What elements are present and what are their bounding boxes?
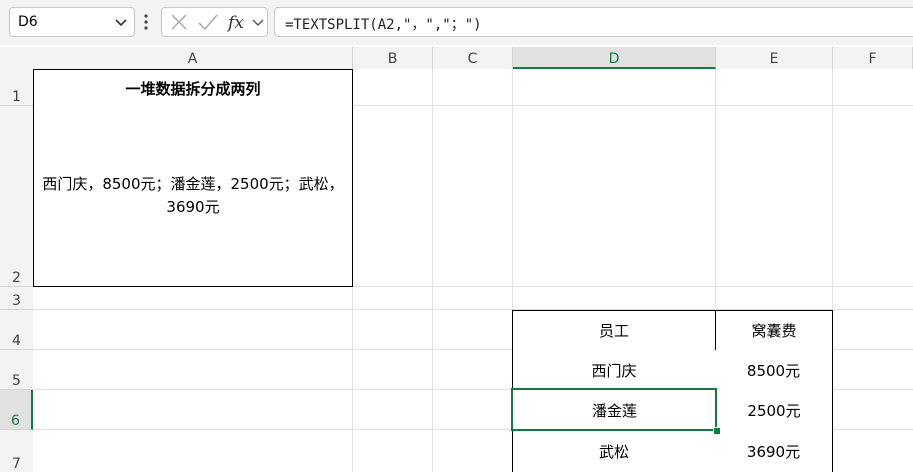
formula-input[interactable]: =TEXTSPLIT(A2,"，","；")	[274, 7, 913, 37]
column-header-f[interactable]: F	[833, 47, 913, 69]
svg-text:fx: fx	[226, 13, 244, 33]
name-box[interactable]: D6	[9, 7, 135, 37]
formula-text: =TEXTSPLIT(A2,"，","；")	[285, 17, 482, 33]
cell-e5[interactable]: 8500元	[715, 350, 833, 391]
row-label: 5	[12, 373, 21, 389]
row-label: 3	[12, 293, 21, 309]
cell-a2-source-data[interactable]: 西门庆，8500元；潘金莲，2500元；武松，3690元	[33, 106, 353, 287]
row-label: 2	[12, 270, 21, 286]
cell-e6[interactable]: 2500元	[715, 390, 833, 431]
row-label: 1	[12, 89, 21, 105]
chevron-down-icon[interactable]	[251, 8, 265, 36]
chevron-down-icon[interactable]	[114, 15, 128, 29]
cell-e4-header[interactable]: 窝囊费	[715, 310, 833, 351]
row-label: 7	[12, 456, 21, 472]
cell-d5[interactable]: 西门庆	[512, 350, 716, 391]
formula-buttons: fx	[161, 7, 268, 37]
cell-a1-title[interactable]: 一堆数据拆分成两列	[33, 69, 353, 107]
column-header-a[interactable]: A	[33, 47, 353, 69]
check-icon[interactable]	[196, 8, 220, 36]
close-icon[interactable]	[168, 8, 190, 36]
row-header-2[interactable]: 2	[0, 106, 33, 287]
formula-toolbar: D6 fx =TEXTSPLIT(A2,"，","；")	[0, 0, 913, 45]
row-label: 6	[11, 413, 20, 429]
active-cell-outline	[511, 388, 717, 431]
cell-d4-header[interactable]: 员工	[512, 310, 716, 351]
column-header-d[interactable]: D	[513, 47, 716, 69]
row-header-7[interactable]: 7	[0, 430, 33, 472]
row-header-1[interactable]: 1	[0, 69, 33, 106]
fx-icon[interactable]: fx	[226, 8, 250, 36]
row-header-4[interactable]: 4	[0, 310, 33, 350]
row-header-6[interactable]: 6	[0, 390, 33, 430]
row-label: 4	[12, 333, 21, 349]
fill-handle[interactable]	[713, 427, 721, 435]
column-header-e[interactable]: E	[716, 47, 833, 69]
cell-e7[interactable]: 3690元	[715, 430, 833, 472]
select-all-corner[interactable]	[0, 47, 33, 69]
column-header-c[interactable]: C	[433, 47, 513, 69]
column-header-b[interactable]: B	[353, 47, 433, 69]
row-header-3[interactable]: 3	[0, 287, 33, 310]
name-box-value: D6	[18, 14, 38, 30]
cell-d7[interactable]: 武松	[512, 430, 716, 472]
row-header-5[interactable]: 5	[0, 350, 33, 390]
vertical-dots-icon[interactable]	[143, 11, 149, 33]
